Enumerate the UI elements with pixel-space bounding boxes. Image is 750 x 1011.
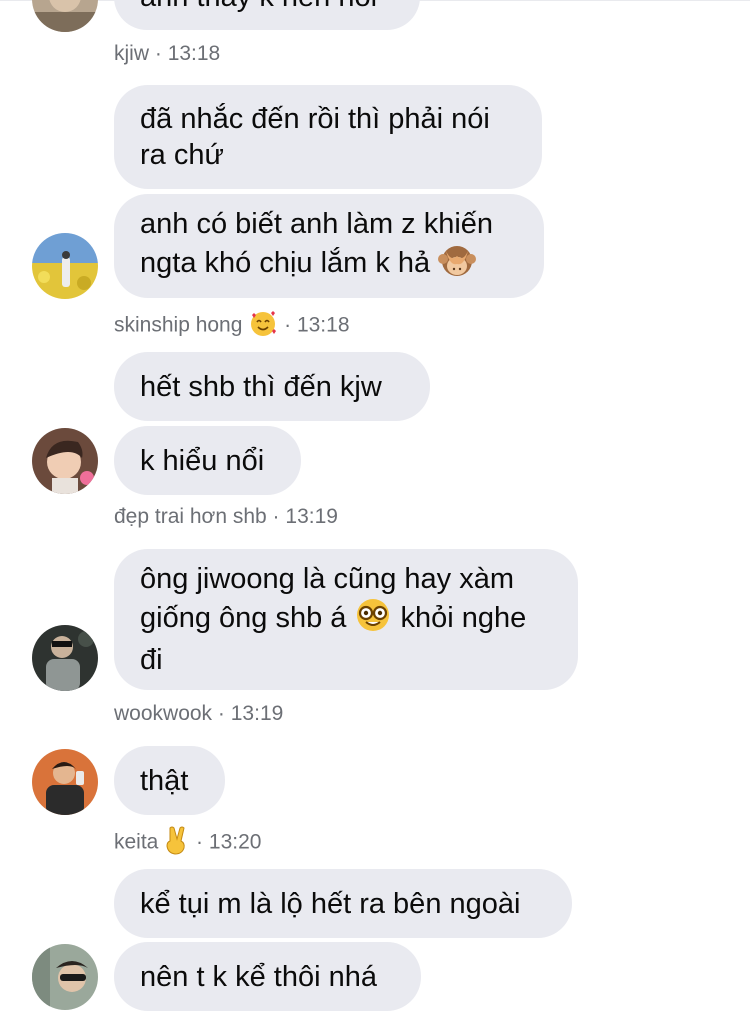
meta-separator: ·: [196, 830, 204, 854]
avatar[interactable]: [32, 625, 98, 691]
smiling-face-with-hearts-icon: [248, 309, 278, 343]
message-bubble[interactable]: đã nhắc đến rồi thì phải nói ra chứ: [114, 85, 542, 189]
message-text: đã nhắc đến rồi thì phải nói ra chứ: [140, 103, 490, 171]
message-time: 13:18: [296, 313, 350, 337]
message-meta: đẹp trai hơn shb · 13:19: [114, 505, 338, 529]
message-meta: keita · 13:20: [114, 825, 261, 861]
message-bubble[interactable]: nên t k kể thôi nhá: [114, 942, 421, 1011]
message-bubble[interactable]: hết shb thì đến kjw: [114, 352, 430, 421]
sender-name[interactable]: keita: [114, 831, 158, 854]
meta-separator: ·: [272, 505, 280, 528]
message-bubble[interactable]: kể tụi m là lộ hết ra bên ngoài: [114, 869, 572, 938]
sender-name[interactable]: kjiw: [114, 42, 149, 65]
message-meta: kjiw · 13:18: [114, 42, 220, 66]
nerd-face-icon: [354, 597, 392, 642]
message-text: anh có biết anh làm z khiến ngta khó chị…: [140, 206, 518, 287]
message-bubble[interactable]: k hiểu nổi: [114, 426, 301, 495]
message-time: 13:18: [167, 42, 221, 65]
message-bubble[interactable]: thật: [114, 746, 225, 815]
sender-name[interactable]: đẹp trai hơn shb: [114, 505, 267, 528]
message-bubble[interactable]: anh thấy k nên nói: [114, 0, 420, 30]
sender-name[interactable]: skinship hong: [114, 314, 242, 337]
message-bubble[interactable]: anh có biết anh làm z khiến ngta khó chị…: [114, 194, 544, 298]
victory-hand-icon: [164, 825, 190, 861]
message-text: nên t k kể thôi nhá: [140, 960, 377, 993]
message-time: 13:19: [285, 505, 338, 528]
avatar[interactable]: [32, 944, 98, 1010]
avatar[interactable]: [32, 0, 98, 32]
meta-separator: ·: [154, 42, 162, 65]
message-text: hết shb thì đến kjw: [140, 370, 382, 403]
message-bubble[interactable]: ông jiwoong là cũng hay xàm giống ông sh…: [114, 549, 578, 690]
message-meta: skinship hong · 13:18: [114, 309, 350, 343]
avatar[interactable]: [32, 749, 98, 815]
meta-separator: ·: [217, 702, 225, 725]
message-text: anh thấy k nên nói: [140, 0, 377, 15]
message-text: k hiểu nổi: [140, 444, 265, 477]
message-text: thật: [140, 764, 189, 797]
message-text: kể tụi m là lộ hết ra bên ngoài: [140, 887, 521, 920]
sender-name[interactable]: wookwook: [114, 702, 212, 725]
avatar[interactable]: [32, 428, 98, 494]
message-time: 13:19: [230, 702, 284, 725]
message-meta: wookwook · 13:19: [114, 702, 283, 726]
see-no-evil-monkey-icon: [438, 242, 477, 287]
meta-separator: ·: [284, 313, 292, 337]
message-time: 13:20: [208, 830, 262, 854]
message-text: ông jiwoong là cũng hay xàm giống ông sh…: [140, 561, 552, 678]
avatar[interactable]: [32, 233, 98, 299]
